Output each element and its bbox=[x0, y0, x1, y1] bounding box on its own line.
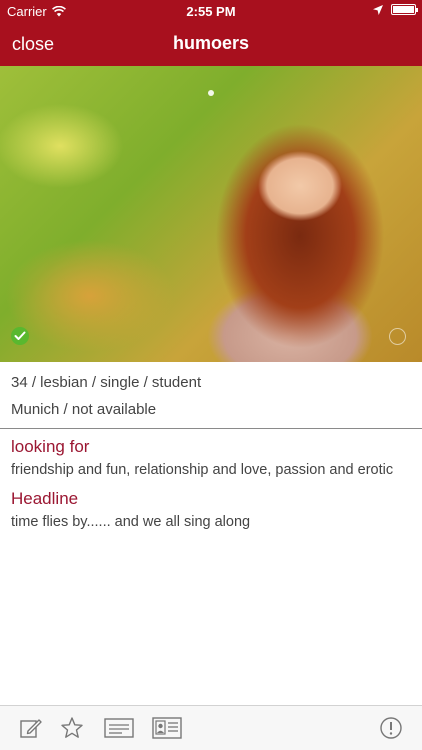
navigation-bar: close humoers bbox=[0, 22, 422, 66]
battery-icon bbox=[391, 4, 418, 15]
status-time: 2:55 PM bbox=[186, 4, 236, 19]
status-bar: Carrier 2:55 PM bbox=[0, 0, 422, 22]
headline-text: time flies by...... and we all sing alon… bbox=[11, 514, 251, 530]
top-bar: Carrier 2:55 PM close humoers bbox=[0, 0, 422, 66]
profile-photo[interactable] bbox=[0, 66, 422, 362]
star-icon bbox=[61, 717, 83, 738]
favorite-button[interactable] bbox=[58, 716, 86, 740]
next-photo-icon[interactable] bbox=[389, 328, 406, 345]
profile-card-icon bbox=[152, 717, 182, 739]
page-indicator-dot bbox=[208, 90, 214, 96]
profile-location: Munich / not available bbox=[11, 401, 157, 418]
compose-button[interactable] bbox=[17, 716, 45, 740]
headline-heading: Headline bbox=[11, 489, 79, 508]
nav-title: humoers bbox=[172, 33, 250, 53]
status-right bbox=[373, 4, 418, 15]
location-arrow-icon bbox=[373, 4, 383, 15]
looking-for-heading: looking for bbox=[11, 437, 90, 456]
close-button[interactable]: close bbox=[12, 34, 54, 55]
bottom-toolbar bbox=[0, 705, 422, 750]
looking-for-text: friendship and fun, relationship and lov… bbox=[11, 462, 394, 478]
profile-summary: 34 / lesbian / single / student bbox=[11, 374, 202, 391]
profile-card-button[interactable] bbox=[151, 716, 183, 740]
compose-icon bbox=[20, 719, 42, 738]
verified-check-icon bbox=[11, 327, 29, 345]
divider bbox=[0, 428, 422, 429]
report-button[interactable] bbox=[377, 716, 405, 740]
ticket-button[interactable] bbox=[103, 716, 135, 740]
alert-icon bbox=[380, 717, 402, 739]
ticket-icon bbox=[104, 718, 134, 738]
